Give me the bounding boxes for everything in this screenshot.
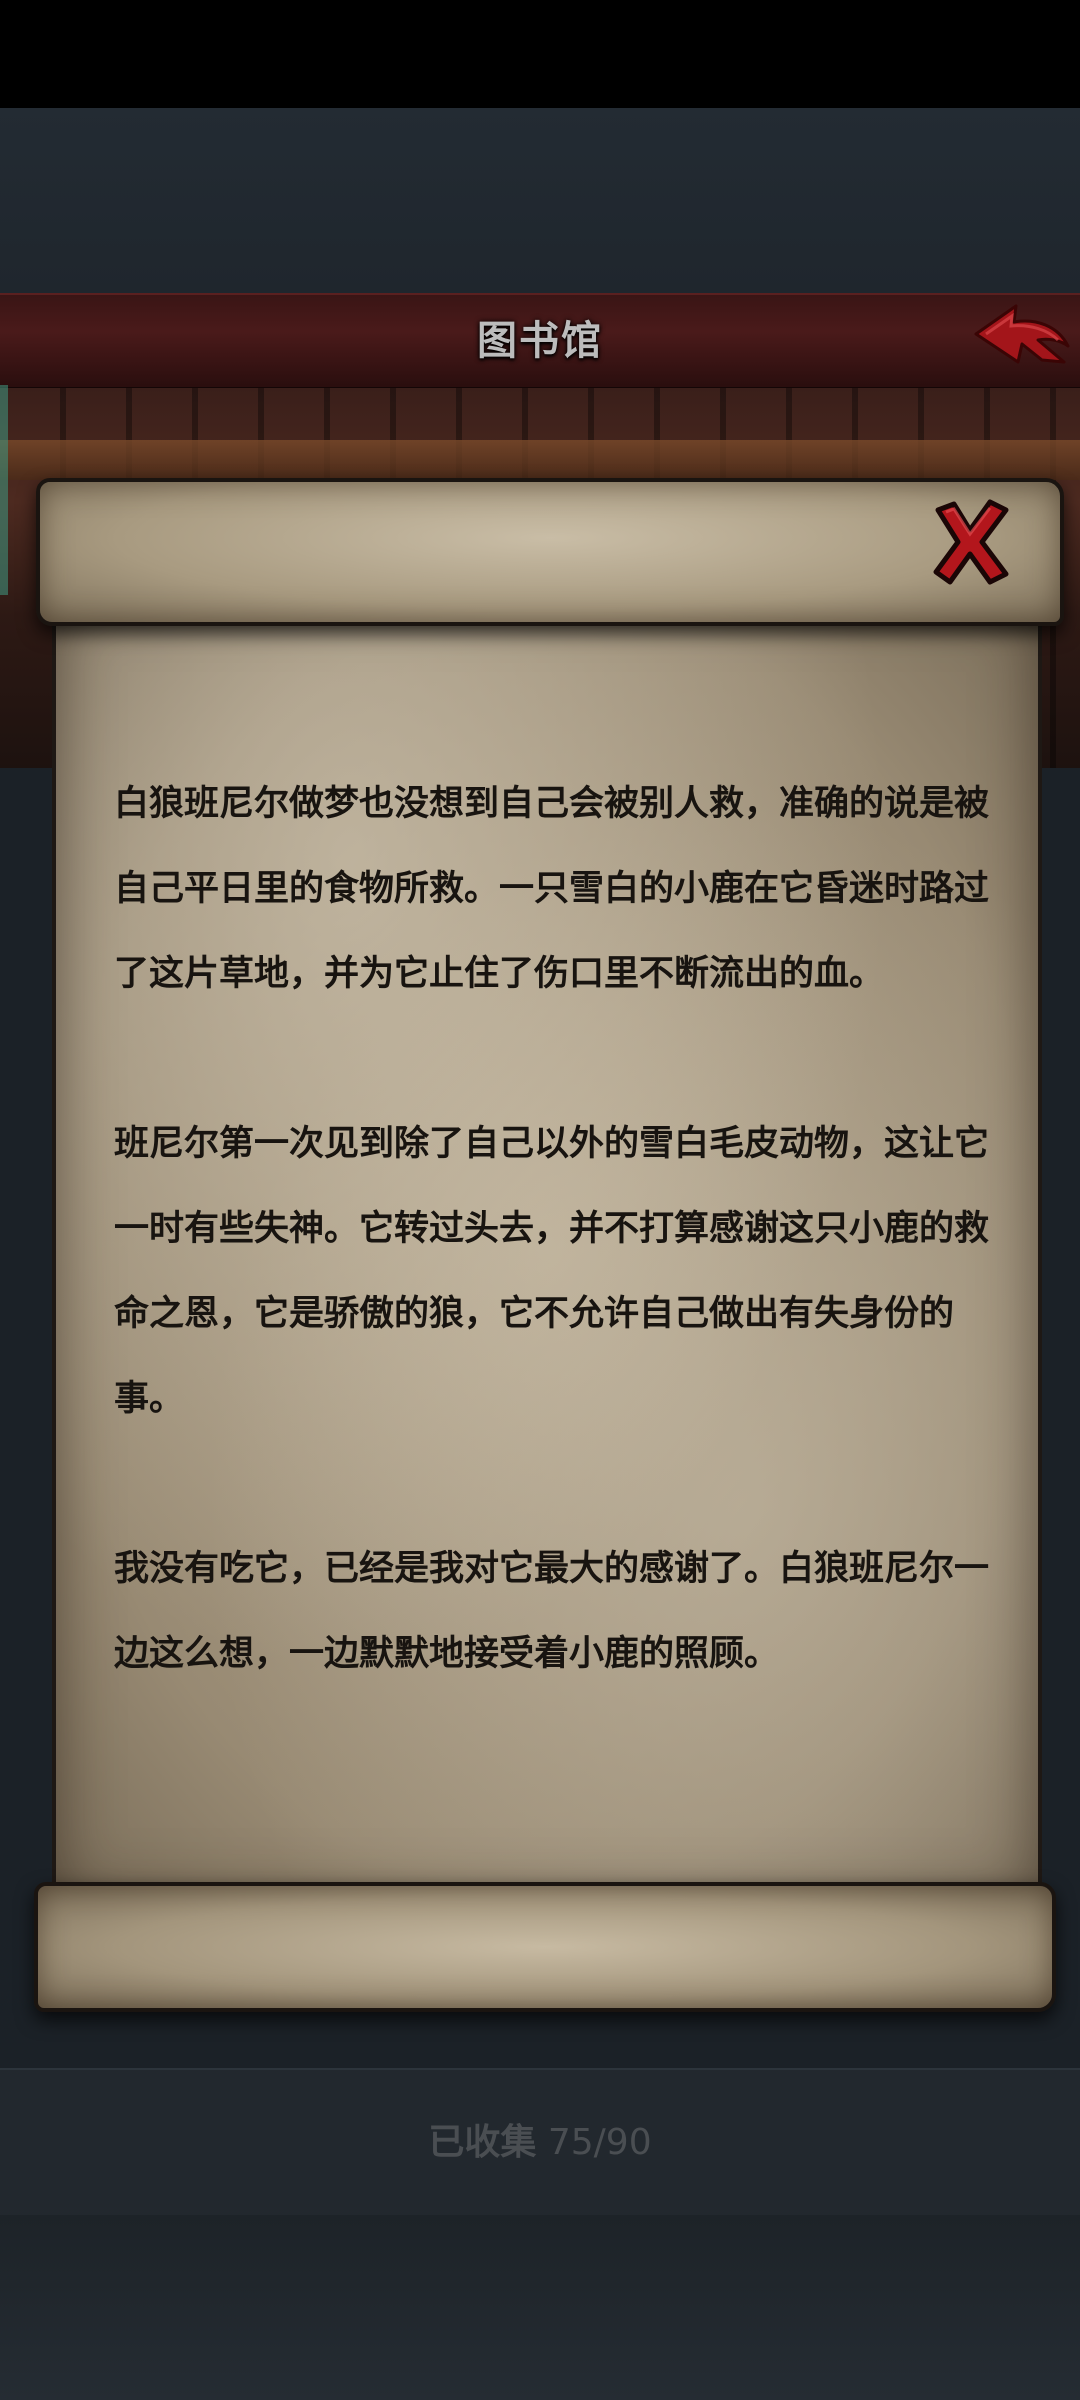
scroll-bottom-roll (34, 1882, 1056, 2012)
back-button[interactable] (972, 300, 1072, 378)
back-arrow-icon (974, 304, 1070, 364)
story-text: 白狼班尼尔做梦也没想到自己会被别人救，准确的说是被自己平日里的食物所救。一只雪白… (114, 600, 994, 1867)
status-bar (0, 0, 1080, 108)
collection-panel: 已收集 75/90 (0, 2068, 1080, 2217)
scroll-top-roll (36, 478, 1064, 626)
background-upper (0, 108, 1080, 293)
cut-off-line-bottom (114, 1782, 994, 1867)
collection-progress: 已收集 75/90 (0, 2070, 1080, 2215)
story-paragraph: 班尼尔第一次见到除了自己以外的雪白毛皮动物，这让它一时有些失神。它转过头去，并不… (114, 1124, 990, 1419)
page-title: 图书馆 (477, 318, 603, 364)
story-paragraph: 白狼班尼尔做梦也没想到自己会被别人救，准确的说是被自己平日里的食物所救。一只雪白… (114, 784, 990, 994)
story-paragraph: 我没有吃它，已经是我对它最大的感谢了。白狼班尼尔一边这么想，一边默默地接受着小鹿… (114, 1549, 990, 1674)
background-bottom (0, 2215, 1080, 2400)
collected-label: 已收集 (428, 2122, 537, 2163)
title-bar: 图书馆 (0, 293, 1080, 390)
scene-beam (0, 440, 1080, 480)
left-edge-panel (0, 385, 8, 595)
scroll-paper: 白狼班尼尔做梦也没想到自己会被别人救，准确的说是被自己平日里的食物所救。一只雪白… (52, 600, 1042, 1900)
close-button[interactable] (928, 496, 1012, 586)
close-x-icon (933, 499, 1009, 585)
collected-count: 75/90 (547, 2122, 652, 2163)
